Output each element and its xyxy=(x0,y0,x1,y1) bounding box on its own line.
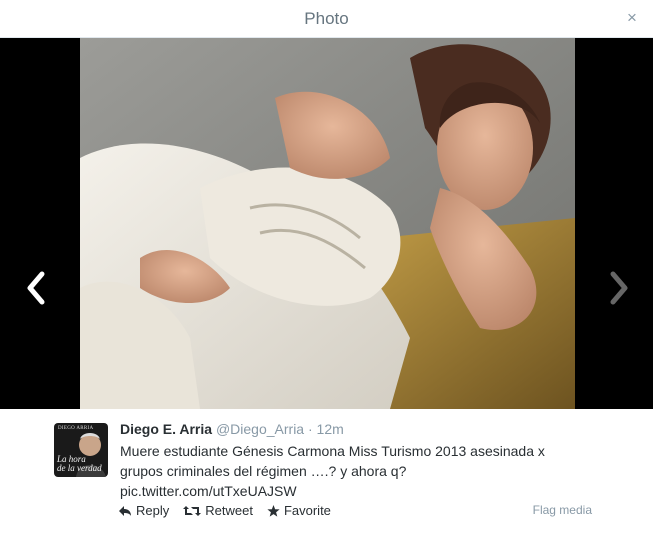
retweet-label: Retweet xyxy=(205,503,253,518)
avatar-caption-line-2: de la verdad xyxy=(57,463,102,473)
meta-separator: · xyxy=(307,421,313,437)
flag-media-link[interactable]: Flag media xyxy=(533,503,592,517)
author-fullname[interactable]: Diego E. Arria xyxy=(120,421,212,437)
close-icon[interactable]: × xyxy=(625,8,639,28)
tweet-photo-link[interactable]: pic.twitter.com/utTxeUAJSW xyxy=(120,481,600,501)
tweet-text-line-2: grupos criminales del régimen ….? y ahor… xyxy=(120,463,407,479)
tweet-photo[interactable] xyxy=(80,38,575,409)
reply-label: Reply xyxy=(136,503,170,518)
chevron-left-icon xyxy=(27,271,45,305)
tweet-header: Diego E. Arria @Diego_Arria · 12m xyxy=(120,421,344,437)
photo-modal: Photo × DIEGO ARRIA La hora de la verdad… xyxy=(0,0,653,533)
avatar[interactable]: DIEGO ARRIA La hora de la verdad xyxy=(54,423,108,477)
tweet-text-line-1: Muere estudiante Génesis Carmona Miss Tu… xyxy=(120,443,545,459)
reply-icon xyxy=(119,505,131,516)
previous-photo-button[interactable] xyxy=(0,248,68,340)
favorite-label: Favorite xyxy=(283,503,331,518)
star-icon xyxy=(267,504,280,517)
reply-button[interactable]: Reply xyxy=(118,503,169,518)
retweet-button[interactable]: Retweet xyxy=(183,503,253,518)
retweet-icon xyxy=(183,505,202,516)
photo-stage xyxy=(0,38,653,409)
tweet-text: Muere estudiante Génesis Carmona Miss Tu… xyxy=(120,441,600,501)
tweet-timestamp[interactable]: 12m xyxy=(317,421,344,437)
author-username[interactable]: @Diego_Arria xyxy=(216,421,304,437)
modal-header: Photo × xyxy=(0,0,653,38)
avatar-caption: La hora de la verdad xyxy=(57,455,102,473)
favorite-button[interactable]: Favorite xyxy=(267,503,331,518)
tweet: DIEGO ARRIA La hora de la verdad Diego E… xyxy=(0,409,653,533)
next-photo-button[interactable] xyxy=(585,248,653,340)
modal-title: Photo xyxy=(304,9,349,28)
tweet-actions: Reply Retweet Favorite xyxy=(118,503,345,518)
chevron-right-icon xyxy=(610,271,628,305)
